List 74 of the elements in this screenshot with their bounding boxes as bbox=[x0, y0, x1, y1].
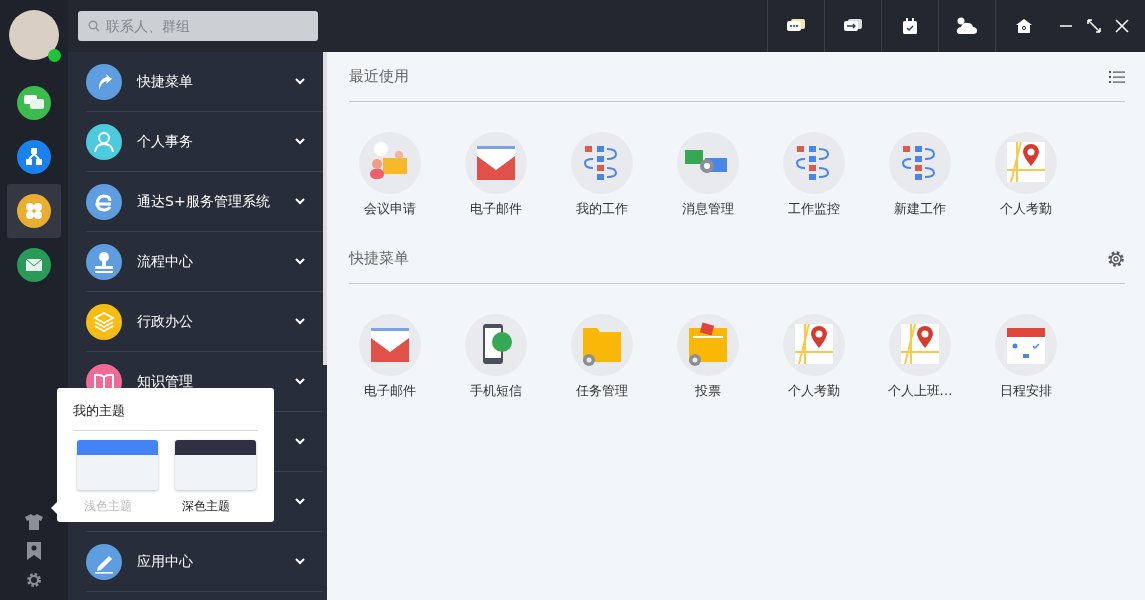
cloud-icon bbox=[956, 17, 978, 35]
chevron-down-icon bbox=[295, 198, 305, 205]
ballot-icon bbox=[677, 314, 739, 376]
app-shortcut[interactable]: 个人上班… bbox=[889, 314, 995, 400]
chevron-down-icon bbox=[295, 558, 305, 565]
menu-label: 快捷菜单 bbox=[137, 72, 193, 91]
bookmark-icon[interactable] bbox=[27, 542, 41, 560]
menu-item[interactable]: 通达S+服务管理系统 bbox=[86, 172, 323, 232]
app-shortcut[interactable]: 个人考勤 bbox=[995, 132, 1101, 218]
chevron-down-icon bbox=[295, 378, 305, 385]
folder-icon bbox=[571, 314, 633, 376]
mail-icon bbox=[465, 132, 527, 194]
app-shortcut[interactable]: 新建工作 bbox=[889, 132, 995, 218]
search-icon bbox=[88, 20, 100, 32]
scrollbar[interactable] bbox=[323, 52, 327, 365]
message-arrow-icon bbox=[843, 18, 863, 34]
maximize-icon[interactable] bbox=[1087, 19, 1101, 33]
app-shortcut[interactable]: 电子邮件 bbox=[465, 132, 571, 218]
menu-item[interactable]: 流程中心 bbox=[86, 232, 323, 292]
chevron-down-icon bbox=[295, 78, 305, 85]
meeting-icon bbox=[359, 132, 421, 194]
settings-icon[interactable] bbox=[26, 572, 42, 588]
chevron-down-icon bbox=[295, 498, 305, 505]
flowchart-icon bbox=[571, 132, 633, 194]
section-title: 快捷菜单 bbox=[349, 249, 409, 268]
menu-label: 通达S+服务管理系统 bbox=[137, 192, 270, 211]
shirt-icon[interactable] bbox=[25, 514, 43, 530]
menu-label: 知识管理 bbox=[137, 372, 193, 391]
menu-label: 流程中心 bbox=[137, 252, 193, 271]
avatar[interactable] bbox=[9, 10, 59, 60]
home-icon bbox=[1016, 19, 1032, 33]
app-shortcut[interactable]: 手机短信 bbox=[465, 314, 571, 400]
app-shortcut[interactable]: 任务管理 bbox=[571, 314, 677, 400]
rail-nav-item[interactable] bbox=[7, 184, 61, 238]
chevron-down-icon bbox=[295, 138, 305, 145]
settings-icon[interactable] bbox=[1107, 249, 1125, 268]
phone-sms-icon bbox=[465, 314, 527, 376]
calendar-icon bbox=[995, 314, 1057, 376]
chat-icon bbox=[17, 86, 51, 120]
menu-item[interactable]: 快捷菜单 bbox=[86, 52, 323, 112]
close-icon[interactable] bbox=[1115, 19, 1129, 33]
envelope-icon bbox=[17, 248, 51, 282]
app-shortcut[interactable]: 会议申请 bbox=[359, 132, 465, 218]
search-field[interactable]: 联系人、群组 bbox=[78, 11, 318, 41]
map-pin-icon bbox=[889, 314, 951, 376]
flowchart-icon bbox=[889, 132, 951, 194]
map-pin-icon bbox=[783, 314, 845, 376]
app-shortcut[interactable]: 工作监控 bbox=[783, 132, 889, 218]
app-shortcut[interactable]: 电子邮件 bbox=[359, 314, 465, 400]
chat-icon bbox=[786, 18, 806, 34]
menu-label: 个人事务 bbox=[137, 132, 193, 151]
map-pin-icon bbox=[995, 132, 1057, 194]
menu-item[interactable]: 个人事务 bbox=[86, 112, 323, 172]
menu-label: 行政办公 bbox=[137, 312, 193, 331]
app-shortcut[interactable]: 消息管理 bbox=[677, 132, 783, 218]
theme-option[interactable]: 深色主题 bbox=[175, 440, 256, 515]
app-shortcut[interactable]: 日程安排 bbox=[995, 314, 1101, 400]
app-shortcut[interactable]: 我的工作 bbox=[571, 132, 677, 218]
chevron-down-icon bbox=[295, 318, 305, 325]
calendar-check-icon bbox=[902, 17, 918, 35]
flowchart-icon bbox=[783, 132, 845, 194]
chevron-down-icon bbox=[295, 438, 305, 445]
menu-item[interactable]: 应用中心 bbox=[86, 532, 323, 592]
section-title: 最近使用 bbox=[349, 67, 409, 86]
menu-item[interactable]: 行政办公 bbox=[86, 292, 323, 352]
grid-icon bbox=[17, 194, 51, 228]
menu-label: 应用中心 bbox=[137, 552, 193, 571]
app-shortcut[interactable]: 个人考勤 bbox=[783, 314, 889, 400]
app-shortcut[interactable]: 投票 bbox=[677, 314, 783, 400]
list-icon[interactable] bbox=[1109, 69, 1125, 84]
chevron-down-icon bbox=[295, 258, 305, 265]
network-icon bbox=[17, 140, 51, 174]
message-gear-icon bbox=[677, 132, 739, 194]
mail-icon bbox=[359, 314, 421, 376]
